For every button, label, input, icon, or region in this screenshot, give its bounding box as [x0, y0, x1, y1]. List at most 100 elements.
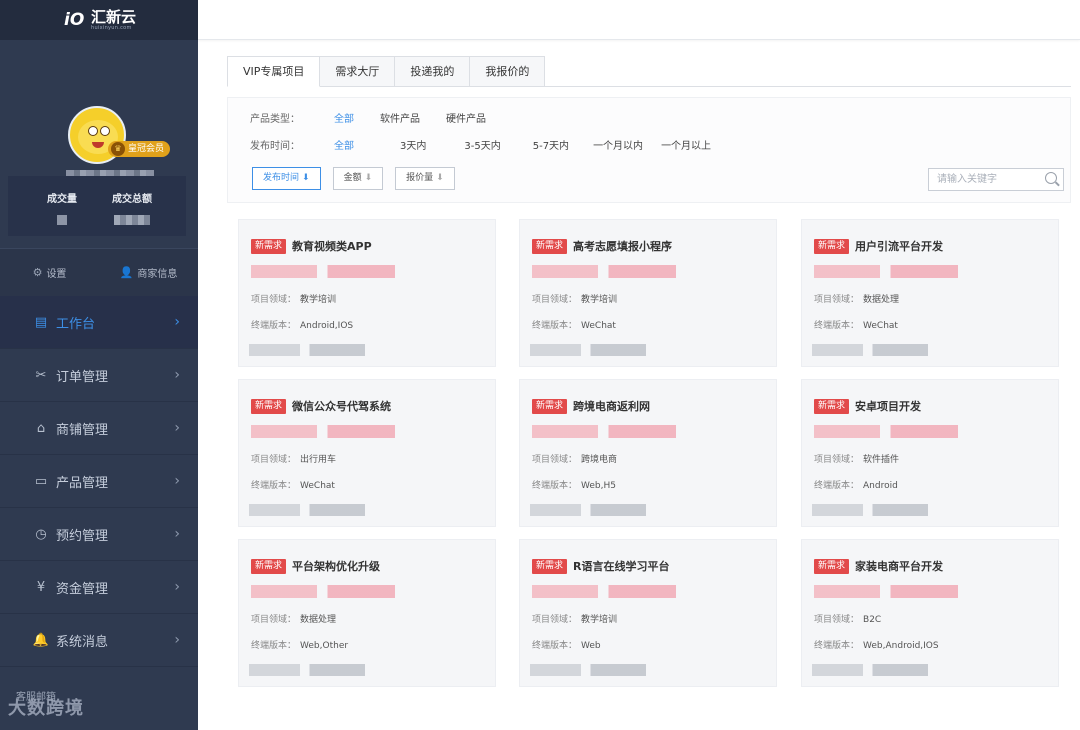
project-domain: 项目领域： 数据处理: [814, 295, 900, 305]
sidebar: iO 汇新云 huixinyun.com ♛ 皇冠会员 成交量 成交总额 ⚙ 设…: [0, 0, 198, 730]
redacted-budget: [814, 425, 958, 438]
arrow-down-icon: ⬇: [364, 173, 373, 183]
project-title[interactable]: 家装电商平台开发: [855, 558, 943, 574]
new-demand-tag: 新需求: [814, 238, 850, 254]
project-platform: 终端版本： Web,H5: [532, 481, 616, 491]
project-platform: 终端版本： Web,Other: [251, 641, 349, 651]
filter-option[interactable]: 5-7天内: [533, 137, 569, 152]
project-platform: 终端版本： WeChat: [814, 321, 898, 331]
redacted-date: [530, 664, 646, 676]
filter-row-time: 发布时间： 全部 3天内 3-5天内 5-7天内 一个月以内 一个月以上: [250, 137, 737, 152]
nav-item-products[interactable]: ▭ 产品管理 ›: [0, 455, 198, 508]
filter-label: 产品类型：: [250, 114, 300, 125]
filter-option[interactable]: 全部: [334, 137, 354, 152]
sort-by-amount-button[interactable]: 金额 ⬇: [332, 167, 384, 190]
nav-item-funds[interactable]: ¥ 资金管理 ›: [0, 561, 198, 614]
redacted-date: [530, 504, 646, 516]
clock-icon: ◷: [35, 526, 47, 542]
new-demand-tag: 新需求: [532, 558, 568, 574]
gear-icon: ⚙: [32, 266, 43, 279]
project-title[interactable]: 安卓项目开发: [855, 398, 921, 414]
project-card[interactable]: 新需求 微信公众号代驾系统 项目领域： 出行用车 终端版本： WeChat: [238, 379, 496, 527]
project-card[interactable]: 新需求 R语言在线学习平台项目领域： 教学培训 终端版本： Web: [519, 539, 777, 687]
new-demand-tag: 新需求: [251, 398, 287, 414]
new-demand-tag: 新需求: [814, 558, 850, 574]
redacted-date: [812, 344, 928, 356]
project-card[interactable]: 新需求 平台架构优化升级 项目领域： 数据处理 终端版本： Web,Other: [238, 539, 496, 687]
redacted-budget: [814, 265, 958, 278]
project-title[interactable]: 平台架构优化升级: [292, 558, 380, 574]
project-title[interactable]: 用户引流平台开发: [855, 238, 943, 254]
brand-name: 汇新云: [91, 8, 137, 26]
settings-link[interactable]: ⚙ 设置: [0, 265, 99, 280]
project-card[interactable]: 新需求 安卓项目开发 项目领域： 软件插件 终端版本： Android: [801, 379, 1059, 527]
redacted-budget: [251, 265, 395, 278]
tab-delivered-to-me[interactable]: 投递我的: [395, 56, 471, 87]
redacted-value: [57, 215, 67, 225]
project-card[interactable]: 新需求 用户引流平台开发项目领域： 数据处理 终端版本： WeChat: [801, 219, 1059, 367]
yen-icon: ¥: [36, 579, 46, 595]
nav-item-store[interactable]: ⌂ 商铺管理 ›: [0, 402, 198, 455]
project-platform: 终端版本： Web: [532, 641, 601, 651]
filter-option[interactable]: 硬件产品: [446, 110, 486, 125]
sort-by-quotes-button[interactable]: 报价量 ⬇: [395, 167, 455, 190]
project-domain: 项目领域： 软件插件: [814, 455, 900, 465]
chevron-right-icon: ›: [174, 420, 180, 436]
project-title[interactable]: 跨境电商返利网: [573, 398, 650, 414]
filter-option[interactable]: 3天内: [400, 137, 426, 152]
filter-option[interactable]: 软件产品: [380, 110, 420, 125]
redacted-date: [249, 664, 365, 676]
project-card[interactable]: 新需求 教育视频类APP 项目领域： 教学培训 终端版本： Android,IOS: [238, 219, 496, 367]
project-platform: 终端版本： WeChat: [532, 321, 616, 331]
tools-icon: ✂: [35, 367, 47, 383]
project-title[interactable]: 教育视频类APP: [292, 238, 372, 254]
project-title[interactable]: 高考志愿填报小程序: [573, 238, 672, 254]
tab-demand-hall[interactable]: 需求大厅: [320, 56, 396, 87]
sort-buttons: 发布时间 ⬇ 金额 ⬇ 报价量 ⬇: [252, 167, 467, 190]
vip-badge: ♛ 皇冠会员: [108, 141, 171, 157]
redacted-date: [249, 344, 365, 356]
store-icon: ⌂: [36, 420, 46, 436]
nav-item-messages[interactable]: 🔔 系统消息 ›: [0, 614, 198, 667]
project-domain: 项目领域： 教学培训: [532, 295, 618, 305]
arrow-down-icon: ⬇: [436, 173, 444, 183]
chevron-right-icon: ›: [174, 526, 180, 542]
tab-my-quotes[interactable]: 我报价的: [470, 56, 546, 87]
project-domain: 项目领域： 教学培训: [251, 295, 337, 305]
search-input[interactable]: [929, 169, 1039, 190]
filter-option[interactable]: 3-5天内: [464, 137, 500, 152]
briefcase-icon: ▤: [34, 314, 48, 330]
top-bar: [198, 0, 1080, 40]
watermark: 大数跨境: [8, 698, 84, 719]
search-icon[interactable]: [1045, 172, 1057, 184]
project-domain: 项目领域： 教学培训: [532, 615, 618, 625]
sidebar-nav: ▤ 工作台 › ✂ 订单管理 › ⌂ 商铺管理 › ▭ 产品管理 › ◷ 预约管…: [0, 296, 198, 667]
search-box: [928, 168, 1064, 191]
project-card[interactable]: 新需求 家装电商平台开发 项目领域： B2C 终端版本： Web,Android,IOS: [801, 539, 1059, 687]
redacted-date: [812, 664, 928, 676]
project-title[interactable]: 微信公众号代驾系统: [292, 398, 391, 414]
nav-item-bookings[interactable]: ◷ 预约管理 ›: [0, 508, 198, 561]
logo[interactable]: iO 汇新云 huixinyun.com: [0, 0, 198, 40]
merchant-info-link[interactable]: 👤 商家信息: [99, 265, 198, 280]
redacted-budget: [251, 585, 395, 598]
nav-item-orders[interactable]: ✂ 订单管理 ›: [0, 349, 198, 402]
redacted-value: [114, 215, 150, 225]
redacted-date: [249, 504, 365, 516]
project-platform: 终端版本： Android,IOS: [251, 321, 354, 331]
filter-option[interactable]: 一个月以上: [661, 137, 711, 152]
filter-option[interactable]: 一个月以内: [593, 137, 643, 152]
chevron-right-icon: ›: [174, 579, 180, 595]
project-card[interactable]: 新需求 高考志愿填报小程序 项目领域： 教学培训 终端版本： WeChat: [519, 219, 777, 367]
project-title[interactable]: R语言在线学习平台: [573, 558, 669, 574]
tab-vip-projects[interactable]: VIP专属项目: [227, 56, 321, 87]
redacted-date: [530, 344, 646, 356]
project-domain: 项目领域： 跨境电商: [532, 455, 618, 465]
filter-option[interactable]: 全部: [334, 110, 354, 125]
nav-item-workbench[interactable]: ▤ 工作台 ›: [0, 296, 198, 349]
redacted-budget: [532, 265, 676, 278]
sort-by-time-button[interactable]: 发布时间 ⬇: [252, 167, 321, 190]
logo-icon: iO: [64, 10, 85, 30]
folder-icon: ▭: [34, 473, 48, 489]
project-card[interactable]: 新需求 跨境电商返利网 项目领域： 跨境电商 终端版本： Web,H5: [519, 379, 777, 527]
